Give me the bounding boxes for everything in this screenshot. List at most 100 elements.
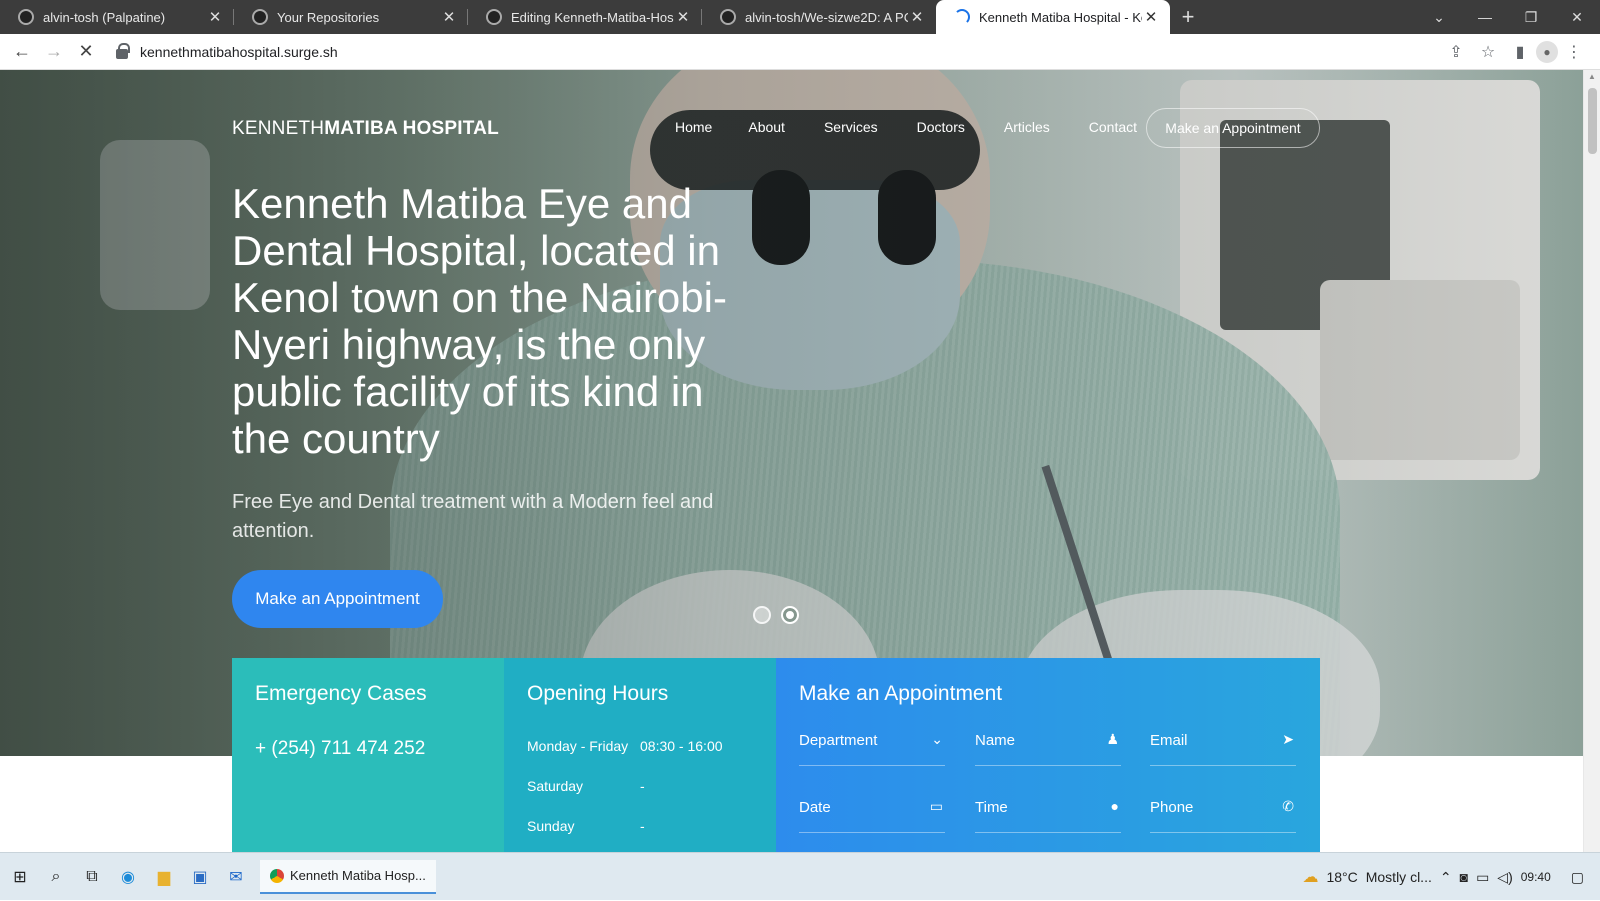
opening-hours-title: Opening Hours: [527, 682, 669, 705]
close-window-icon[interactable]: ✕: [1554, 0, 1600, 34]
stop-loading-icon[interactable]: ✕: [70, 36, 102, 68]
emergency-title: Emergency Cases: [255, 682, 427, 705]
minimize-icon[interactable]: —: [1462, 0, 1508, 34]
nav-appointment-button[interactable]: Make an Appointment: [1146, 108, 1320, 148]
calendar-icon: ▭: [929, 798, 943, 814]
store-icon[interactable]: ▣: [182, 862, 218, 892]
lock-icon: [116, 42, 130, 59]
browser-tab[interactable]: Editing Kenneth-Matiba-Hospital ✕: [468, 0, 702, 34]
hero-appointment-button[interactable]: Make an Appointment: [232, 570, 443, 628]
chrome-icon: [270, 868, 284, 883]
kebab-menu-icon[interactable]: ⋮: [1558, 36, 1590, 68]
volume-icon[interactable]: ◁): [1497, 869, 1512, 886]
clock[interactable]: 09:40: [1521, 870, 1551, 884]
windows-taskbar: ⊞ ⌕ ⧉ ◉ ▆ ▣ ✉ Kenneth Matiba Hosp... ☁ 1…: [0, 852, 1600, 900]
loading-spinner-icon: [954, 9, 970, 25]
github-icon: [252, 9, 268, 25]
time-field[interactable]: Time ●: [975, 791, 1121, 833]
tab-strip: alvin-tosh (Palpatine) ✕ Your Repositori…: [0, 0, 1600, 34]
paper-plane-icon: ➤: [1282, 731, 1294, 747]
star-icon[interactable]: ☆: [1472, 36, 1504, 68]
page-scrollbar[interactable]: ▲ ▼: [1583, 70, 1600, 870]
file-explorer-icon[interactable]: ▆: [146, 862, 182, 892]
page-viewport: KENNETHMATIBA HOSPITAL Home About Servic…: [0, 70, 1583, 870]
site-navbar: KENNETHMATIBA HOSPITAL Home About Servic…: [0, 108, 1583, 148]
hero-section: KENNETHMATIBA HOSPITAL Home About Servic…: [0, 70, 1583, 756]
emergency-cases-box: Emergency Cases + (254) 711 474 252: [232, 658, 504, 870]
browser-tab[interactable]: alvin-tosh/We-sizwe2D: A PC 2D ✕: [702, 0, 936, 34]
appointment-form-title: Make an Appointment: [799, 682, 1003, 705]
emergency-phone[interactable]: + (254) 711 474 252: [255, 738, 425, 760]
temperature[interactable]: 18°C: [1326, 869, 1357, 885]
site-logo[interactable]: KENNETHMATIBA HOSPITAL: [232, 118, 499, 140]
weather-icon[interactable]: ☁: [1302, 867, 1318, 887]
carousel-dot-1[interactable]: [753, 606, 771, 624]
email-field[interactable]: Email ➤: [1150, 724, 1296, 766]
webcam-icon[interactable]: ◙: [1460, 869, 1468, 885]
hero-headline: Kenneth Matiba Eye and Dental Hospital, …: [232, 180, 727, 462]
share-icon[interactable]: ⇪: [1440, 36, 1472, 68]
carousel-dot-2-active[interactable]: [781, 606, 799, 624]
phone-icon: ✆: [1282, 798, 1294, 814]
tab-search-icon[interactable]: ⌄: [1416, 0, 1462, 34]
name-field[interactable]: Name ♟: [975, 724, 1121, 766]
task-view-icon[interactable]: ⧉: [74, 862, 110, 892]
hero-subtitle: Free Eye and Dental treatment with a Mod…: [232, 491, 714, 542]
browser-tab[interactable]: alvin-tosh (Palpatine) ✕: [0, 0, 234, 34]
system-tray: ☁ 18°C Mostly cl... ⌃ ◙ ▭ ◁) 09:40 ▢: [1302, 853, 1600, 901]
profile-avatar-icon[interactable]: ●: [1536, 40, 1558, 63]
department-select[interactable]: Department ⌄: [799, 724, 945, 766]
restore-icon[interactable]: ❐: [1508, 0, 1554, 34]
github-icon: [486, 9, 502, 25]
nav-home[interactable]: Home: [675, 119, 712, 135]
browser-toolbar: ← → ✕ kennethmatibahospital.surge.sh ⇪ ☆…: [0, 34, 1600, 70]
date-field[interactable]: Date ▭: [799, 791, 945, 833]
nav-services[interactable]: Services: [824, 119, 878, 135]
network-icon[interactable]: ▭: [1476, 869, 1489, 886]
url-text: kennethmatibahospital.surge.sh: [140, 43, 338, 60]
mail-icon[interactable]: ✉: [218, 862, 254, 892]
close-tab-icon[interactable]: ✕: [206, 8, 224, 26]
search-icon[interactable]: ⌕: [38, 862, 74, 892]
edge-icon[interactable]: ◉: [110, 862, 146, 892]
new-tab-button[interactable]: +: [1170, 4, 1206, 30]
back-arrow-icon[interactable]: ←: [6, 36, 38, 68]
appointment-form-box: Make an Appointment Department ⌄ Name ♟ …: [776, 658, 1320, 870]
scroll-thumb[interactable]: [1588, 88, 1597, 154]
nav-contact[interactable]: Contact: [1089, 119, 1137, 135]
close-tab-icon[interactable]: ✕: [674, 8, 692, 26]
tab-title: Editing Kenneth-Matiba-Hospital: [511, 9, 674, 25]
chevron-up-icon[interactable]: ⌃: [1440, 869, 1452, 886]
nav-articles[interactable]: Articles: [1004, 119, 1050, 135]
tab-title: alvin-tosh (Palpatine): [43, 9, 166, 25]
taskbar-chrome-app[interactable]: Kenneth Matiba Hosp...: [260, 859, 436, 894]
hours-row: Saturday -: [527, 778, 645, 794]
notification-icon[interactable]: ▢: [1571, 869, 1584, 886]
github-icon: [720, 9, 736, 25]
main-menu: Home About Services Doctors Articles Con…: [675, 119, 1176, 135]
close-tab-icon[interactable]: ✕: [908, 8, 926, 26]
tab-title: Your Repositories: [277, 9, 380, 25]
browser-tab[interactable]: Your Repositories ✕: [234, 0, 468, 34]
close-tab-icon[interactable]: ✕: [440, 8, 458, 26]
tab-title: Kenneth Matiba Hospital - Kenol: [979, 9, 1142, 25]
toolbar-actions: ⇪ ☆ ▮ ● ⋮: [1440, 36, 1590, 68]
tab-title: alvin-tosh/We-sizwe2D: A PC 2D: [745, 9, 908, 25]
hours-row: Sunday -: [527, 818, 645, 834]
windows-start-icon[interactable]: ⊞: [2, 862, 38, 892]
weather-text[interactable]: Mostly cl...: [1366, 869, 1432, 885]
address-bar[interactable]: kennethmatibahospital.surge.sh: [116, 38, 1440, 66]
hours-row: Monday - Friday 08:30 - 16:00: [527, 738, 723, 754]
window-controls: ⌄ — ❐ ✕: [1416, 0, 1600, 34]
side-panel-icon[interactable]: ▮: [1504, 36, 1536, 68]
nav-about[interactable]: About: [748, 119, 785, 135]
browser-tab-active[interactable]: Kenneth Matiba Hospital - Kenol ✕: [936, 0, 1170, 34]
github-icon: [18, 9, 34, 25]
close-tab-icon[interactable]: ✕: [1142, 8, 1160, 26]
nav-doctors[interactable]: Doctors: [917, 119, 965, 135]
user-icon: ♟: [1106, 731, 1119, 747]
phone-field[interactable]: Phone ✆: [1150, 791, 1296, 833]
scroll-up-icon[interactable]: ▲: [1588, 72, 1596, 81]
chevron-down-icon: ⌄: [931, 731, 943, 747]
forward-arrow-icon[interactable]: →: [38, 36, 70, 68]
